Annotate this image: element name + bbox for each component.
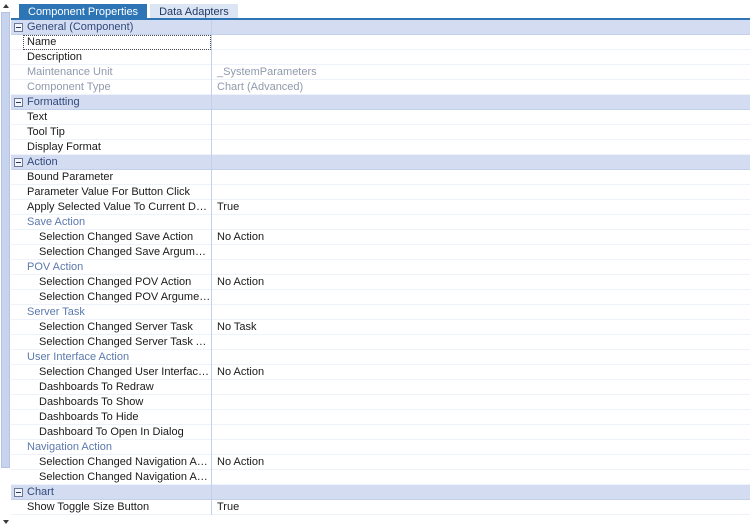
property-row[interactable]: Tool Tip bbox=[11, 125, 750, 140]
property-label: Show Toggle Size Button bbox=[27, 501, 150, 513]
scrollbar-thumb[interactable] bbox=[1, 12, 10, 468]
property-row[interactable]: Selection Changed Server Task No Task bbox=[11, 320, 750, 335]
property-label: Selection Changed Save Arguments bbox=[39, 246, 211, 258]
property-group-header[interactable]: Action bbox=[11, 155, 750, 170]
property-row[interactable]: Dashboard To Open In Dialog bbox=[11, 425, 750, 440]
property-value[interactable]: True bbox=[211, 201, 750, 213]
property-label: Selection Changed Save Action bbox=[39, 231, 194, 243]
property-row[interactable]: Selection Changed User Interface ActionN… bbox=[11, 365, 750, 380]
property-group-header[interactable]: Formatting bbox=[11, 95, 750, 110]
component-properties-panel: Component Properties Data Adapters Gener… bbox=[0, 0, 750, 527]
property-row[interactable]: Parameter Value For Button Click bbox=[11, 185, 750, 200]
property-row[interactable]: Dashboards To Redraw bbox=[11, 380, 750, 395]
property-group-header[interactable]: General (Component) bbox=[11, 20, 750, 35]
property-row[interactable]: Selection Changed POV Arguments bbox=[11, 290, 750, 305]
vertical-scrollbar[interactable] bbox=[0, 0, 11, 527]
property-label: Selection Changed Navigation Action bbox=[39, 456, 211, 468]
property-value[interactable]: No Task bbox=[211, 321, 750, 333]
property-row[interactable]: Selection Changed Navigation Arguments bbox=[11, 470, 750, 485]
property-label: User Interface Action bbox=[27, 351, 130, 363]
property-row[interactable]: Bound Parameter bbox=[11, 170, 750, 185]
property-label: Navigation Action bbox=[27, 441, 112, 453]
panel-body: Component Properties Data Adapters Gener… bbox=[11, 0, 750, 527]
collapse-expand-icon[interactable] bbox=[14, 22, 23, 32]
property-value[interactable]: No Action bbox=[211, 366, 750, 378]
property-label: Display Format bbox=[27, 141, 101, 153]
property-value[interactable]: No Action bbox=[211, 456, 750, 468]
property-label: Component Type bbox=[27, 81, 111, 93]
property-label: Server Task bbox=[27, 306, 85, 318]
property-label: Selection Changed Server Task bbox=[39, 321, 193, 333]
property-row[interactable]: Display Format bbox=[11, 140, 750, 155]
property-row[interactable]: Selection Changed Server Task Arguments bbox=[11, 335, 750, 350]
property-label: Formatting bbox=[27, 96, 80, 108]
property-subgroup-header[interactable]: User Interface Action bbox=[11, 350, 750, 365]
property-grid: General (Component) Name Description Mainte… bbox=[11, 20, 750, 515]
property-subgroup-header[interactable]: Save Action bbox=[11, 215, 750, 230]
property-label: Selection Changed POV Action bbox=[39, 276, 192, 288]
scroll-up-arrow-icon[interactable] bbox=[1, 1, 10, 10]
property-label: Selection Changed Server Task Arguments bbox=[39, 336, 211, 348]
property-label: Action bbox=[27, 156, 58, 168]
property-label: Save Action bbox=[27, 216, 86, 228]
collapse-expand-icon[interactable] bbox=[14, 487, 23, 497]
tab-strip: Component Properties Data Adapters bbox=[11, 0, 750, 20]
property-value[interactable]: No Action bbox=[211, 276, 750, 288]
property-row[interactable]: Show Toggle Size Button True bbox=[11, 500, 750, 515]
collapse-expand-icon[interactable] bbox=[14, 97, 23, 107]
column-splitter[interactable] bbox=[211, 20, 212, 515]
property-row[interactable]: Selection Changed Save Action No Action bbox=[11, 230, 750, 245]
property-label: Tool Tip bbox=[27, 126, 65, 138]
property-label: Name bbox=[27, 36, 57, 48]
collapse-expand-icon[interactable] bbox=[14, 157, 23, 167]
property-label: Text bbox=[27, 111, 48, 123]
property-label: Parameter Value For Button Click bbox=[27, 186, 191, 198]
property-label: Maintenance Unit bbox=[27, 66, 113, 78]
property-label: POV Action bbox=[27, 261, 84, 273]
property-subgroup-header[interactable]: Server Task bbox=[11, 305, 750, 320]
arrow-up-glyph bbox=[2, 3, 9, 8]
property-value[interactable]: True bbox=[211, 501, 750, 513]
property-label: Apply Selected Value To Current Dashboar… bbox=[27, 201, 211, 213]
property-row[interactable]: Selection Changed Save Arguments bbox=[11, 245, 750, 260]
property-subgroup-header[interactable]: Navigation Action bbox=[11, 440, 750, 455]
property-label: General (Component) bbox=[27, 21, 134, 33]
property-label: Dashboards To Hide bbox=[39, 411, 139, 423]
property-row[interactable]: Maintenance Unit _SystemParameters bbox=[11, 65, 750, 80]
property-label: Description bbox=[27, 51, 83, 63]
property-label: Selection Changed Navigation Arguments bbox=[39, 471, 211, 483]
property-label: Bound Parameter bbox=[27, 171, 114, 183]
scroll-down-arrow-icon[interactable] bbox=[1, 517, 10, 526]
property-row[interactable]: Component Type Chart (Advanced) bbox=[11, 80, 750, 95]
arrow-down-glyph bbox=[2, 519, 9, 524]
property-group-header[interactable]: Chart bbox=[11, 485, 750, 500]
property-label: Dashboards To Redraw bbox=[39, 381, 154, 393]
property-value[interactable]: Chart (Advanced) bbox=[211, 81, 750, 93]
property-row[interactable]: Selection Changed POV Action No Action bbox=[11, 275, 750, 290]
property-label: Dashboard To Open In Dialog bbox=[39, 426, 184, 438]
property-row[interactable]: Text bbox=[11, 110, 750, 125]
property-row[interactable]: Dashboards To Hide bbox=[11, 410, 750, 425]
property-row[interactable]: Description bbox=[11, 50, 750, 65]
property-label: Selection Changed User Interface Action bbox=[39, 366, 211, 378]
property-value[interactable]: No Action bbox=[211, 231, 750, 243]
property-label: Chart bbox=[27, 486, 54, 498]
property-label: Selection Changed POV Arguments bbox=[39, 291, 211, 303]
property-label: Dashboards To Show bbox=[39, 396, 144, 408]
property-row[interactable]: Dashboards To Show bbox=[11, 395, 750, 410]
property-row[interactable]: Name bbox=[11, 35, 750, 50]
property-subgroup-header[interactable]: POV Action bbox=[11, 260, 750, 275]
property-value[interactable]: _SystemParameters bbox=[211, 66, 750, 78]
property-row[interactable]: Selection Changed Navigation Action No Ac… bbox=[11, 455, 750, 470]
property-row[interactable]: Apply Selected Value To Current Dashboar… bbox=[11, 200, 750, 215]
